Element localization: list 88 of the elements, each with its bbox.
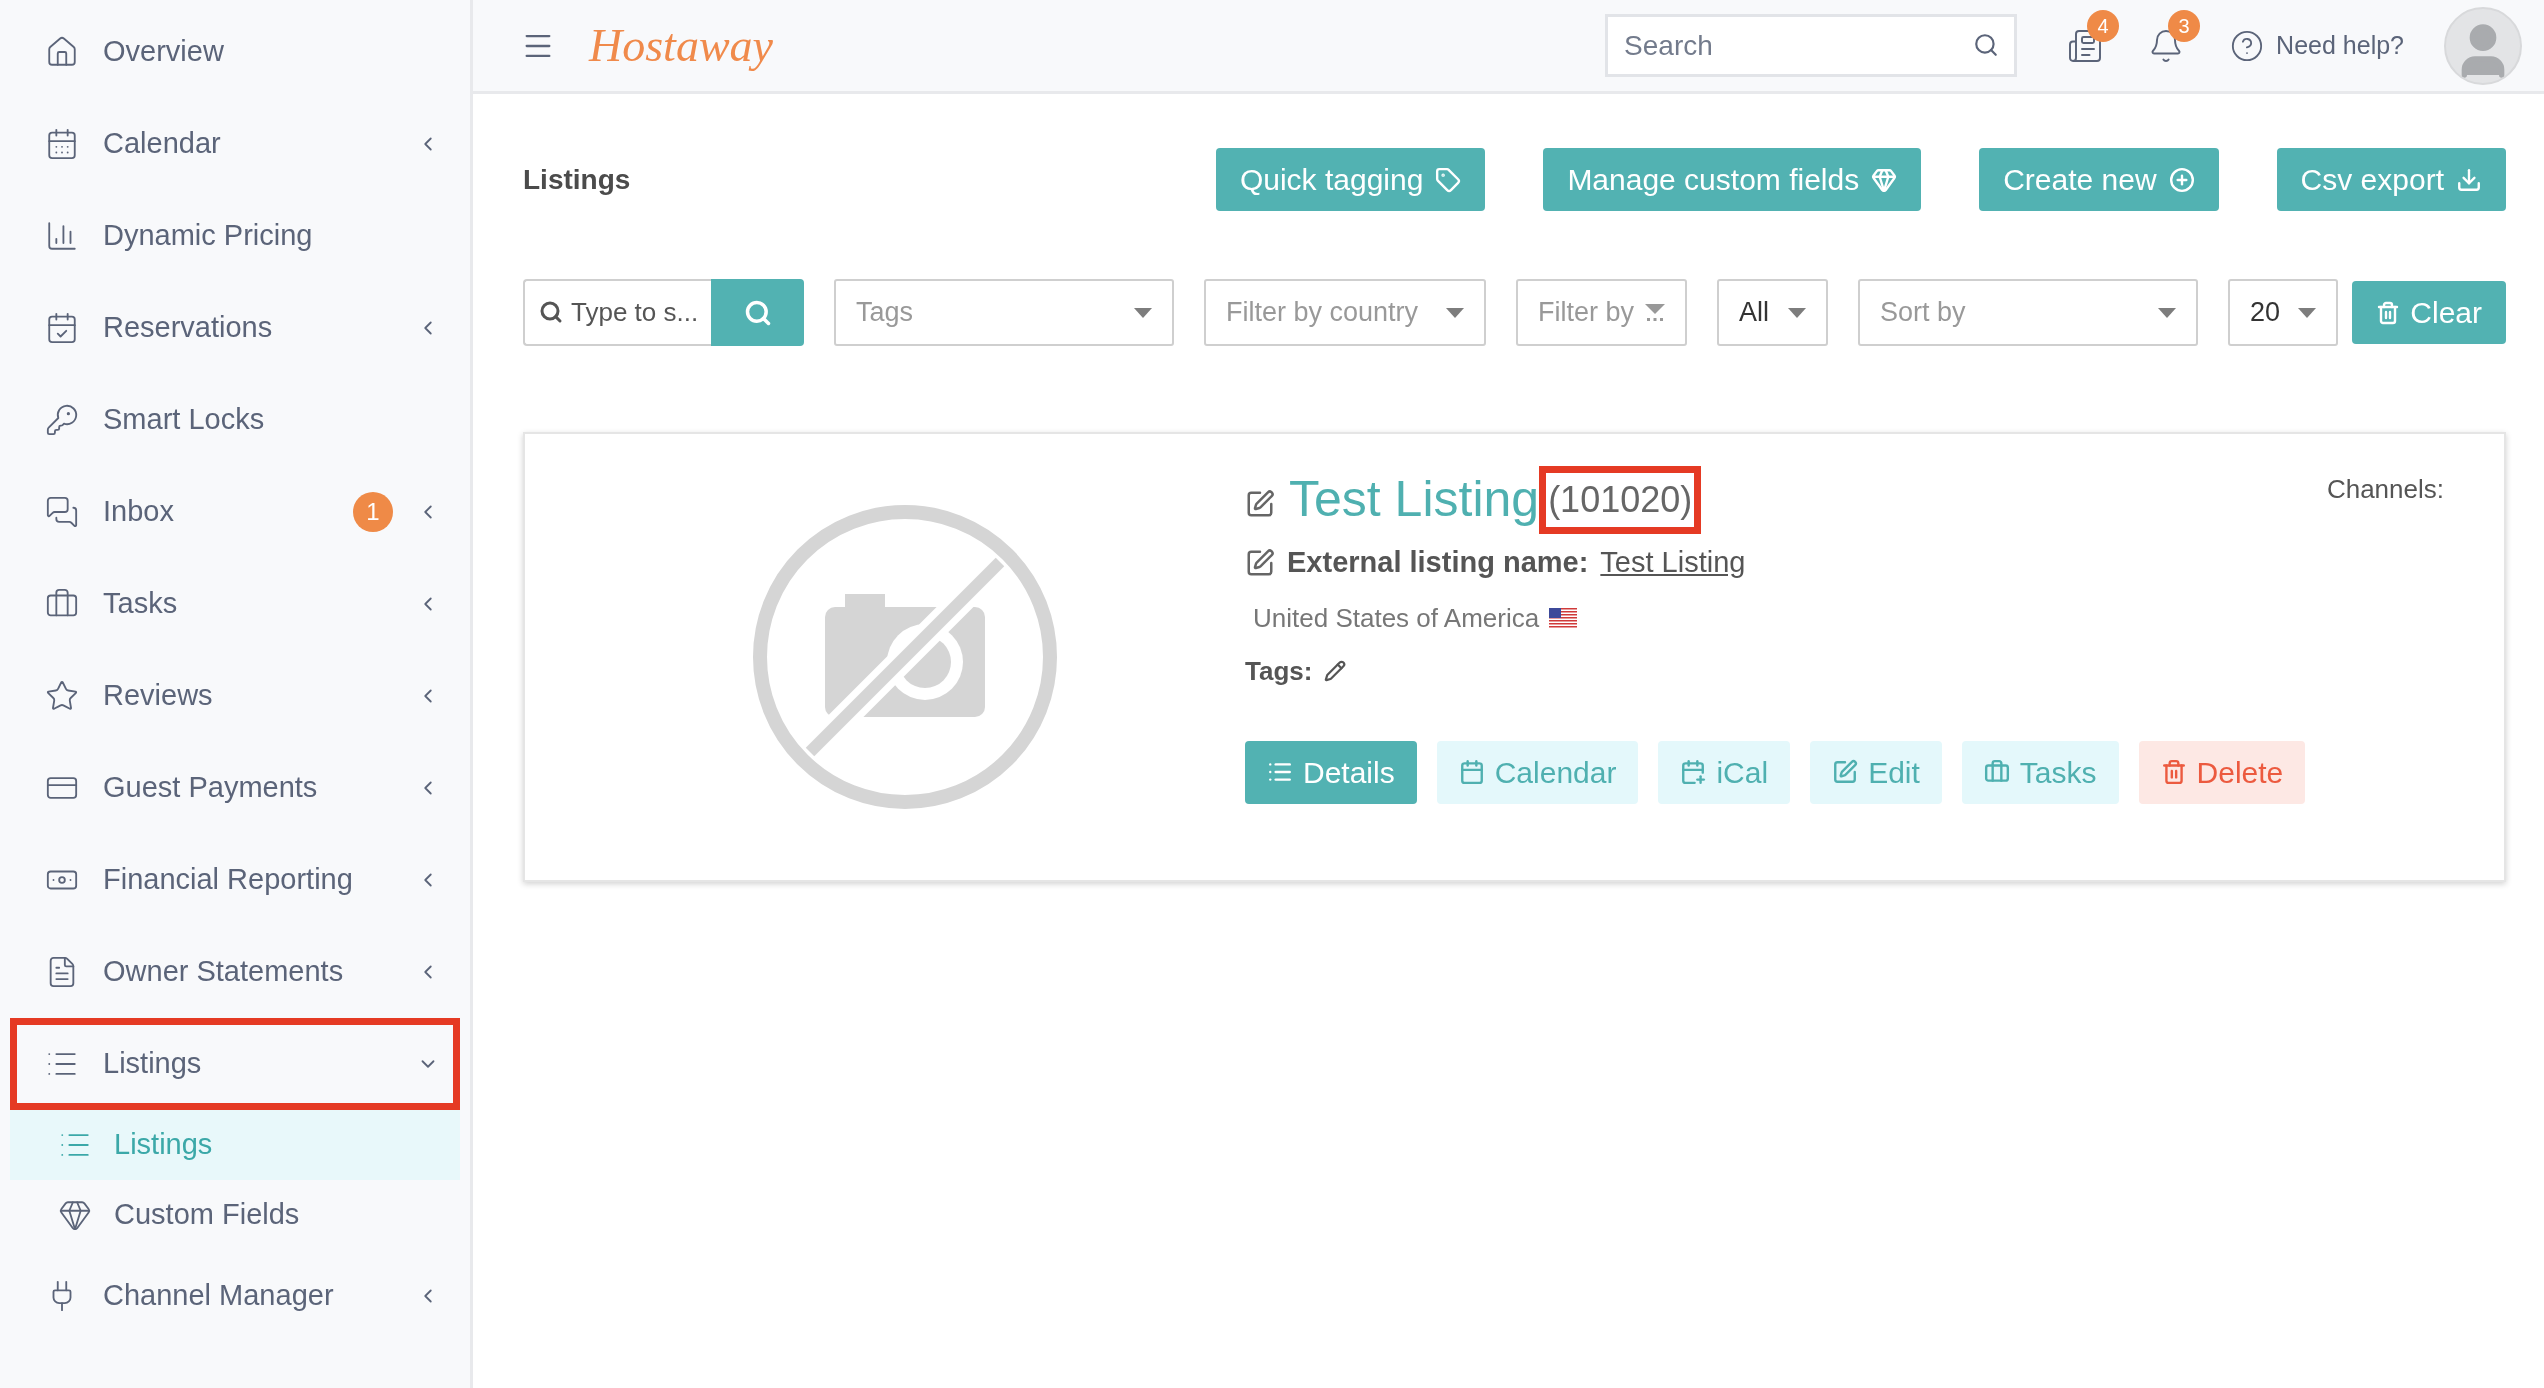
sidebar-item[interactable]: Smart Locks xyxy=(10,374,460,466)
sidebar-item[interactable]: Inbox 1 xyxy=(10,466,460,558)
filter-dropdown[interactable]: Tags xyxy=(834,279,1174,346)
sidebar-item[interactable]: Owner Statements xyxy=(10,926,460,1018)
chat-bubbles-icon xyxy=(45,495,79,529)
pencil-icon[interactable] xyxy=(1324,660,1347,682)
trash-icon xyxy=(2160,759,2187,785)
briefcase-icon xyxy=(1983,759,2010,785)
submenu-label: Listings xyxy=(114,1127,213,1163)
plus-circle-icon xyxy=(2168,166,2195,193)
no-photo-icon xyxy=(750,502,1060,812)
count-badge: 3 xyxy=(2168,9,2201,42)
country-text: United States of America xyxy=(1253,601,1540,635)
diamond-icon xyxy=(1871,166,1898,193)
edit-icon xyxy=(1832,759,1859,785)
edit-icon[interactable] xyxy=(1245,488,1275,519)
us-flag-icon xyxy=(1549,608,1578,628)
filter-dropdown[interactable]: 20 xyxy=(2228,279,2338,346)
trash-icon xyxy=(2376,300,2401,325)
search-field[interactable]: Type to s... xyxy=(523,279,711,346)
tag-icon xyxy=(1435,166,1462,193)
sidebar-label: Smart Locks xyxy=(103,402,266,438)
caret-icon xyxy=(1134,307,1152,318)
search-icon xyxy=(1973,32,2000,58)
calendar-icon xyxy=(1458,759,1485,785)
submenu-label: Custom Fields xyxy=(114,1197,300,1233)
search-icon xyxy=(539,300,563,324)
sidebar-label: Tasks xyxy=(103,586,179,622)
filter-dropdown[interactable]: Filter by xyxy=(1516,279,1687,346)
help-link[interactable]: Need help? xyxy=(2276,26,2404,65)
calendar-plus-icon xyxy=(1680,759,1707,785)
sidebar-item[interactable]: Financial Reporting xyxy=(10,834,460,926)
filter-dropdown[interactable]: Sort by xyxy=(1858,279,2198,346)
count-badge: 4 xyxy=(2087,9,2120,42)
caret-icon xyxy=(2298,307,2316,318)
listing-id: (101020) xyxy=(1539,465,1702,534)
filter-dropdown[interactable]: All xyxy=(1717,279,1828,346)
sidebar-label: Inbox xyxy=(103,494,175,530)
external-name-link[interactable]: Test Listing xyxy=(1600,541,1746,585)
sidebar-item[interactable]: Tasks xyxy=(10,558,460,650)
sidebar-label: Dynamic Pricing xyxy=(103,218,314,254)
sidebar-label: Channel Manager xyxy=(103,1278,335,1314)
channels-label: Channels: xyxy=(2326,473,2444,506)
sidebar-item[interactable]: Guest Payments xyxy=(10,742,460,834)
diamond-icon xyxy=(58,1198,92,1232)
sidebar-item[interactable]: Channel Manager xyxy=(10,1250,460,1342)
sidebar-label: Overview xyxy=(103,34,225,70)
search-field[interactable]: Search xyxy=(1605,14,2018,77)
sidebar-item[interactable]: Reservations xyxy=(10,282,460,374)
filter-icon xyxy=(1645,303,1665,322)
key-icon xyxy=(45,403,79,437)
sidebar-item[interactable]: Calendar xyxy=(10,98,460,190)
edit-icon[interactable] xyxy=(1245,547,1275,578)
bar-chart-icon xyxy=(45,219,79,253)
calendar-icon xyxy=(45,127,79,161)
caret-icon xyxy=(1788,307,1806,318)
submenu-item[interactable]: Custom Fields xyxy=(10,1180,460,1250)
filter-dropdown[interactable]: Filter by country xyxy=(1204,279,1486,346)
download-icon xyxy=(2456,166,2482,193)
calendar-check-icon xyxy=(45,311,79,345)
page-title: Listings xyxy=(523,162,632,197)
sidebar-label: Reservations xyxy=(103,310,274,346)
search-icon xyxy=(743,298,772,327)
dropdown-value: All xyxy=(1739,296,1769,330)
dropdown-placeholder: Filter by xyxy=(1538,296,1635,330)
sidebar-item[interactable]: Overview xyxy=(10,6,460,98)
sidebar-label: Financial Reporting xyxy=(103,862,354,898)
dropdown-placeholder: Sort by xyxy=(1880,296,1966,330)
sidebar-label: Reviews xyxy=(103,678,214,714)
sidebar-label: Listings xyxy=(103,1046,203,1082)
star-icon xyxy=(45,679,79,713)
sidebar-item[interactable]: Listings xyxy=(10,1018,460,1110)
dropdown-placeholder: Tags xyxy=(856,296,914,330)
caret-icon xyxy=(2158,307,2176,318)
sidebar-label: Calendar xyxy=(103,126,222,162)
listing-action-button[interactable]: Delete xyxy=(2138,740,2306,804)
sidebar-item[interactable]: Reviews xyxy=(10,650,460,742)
external-name-label: External listing name: xyxy=(1287,545,1589,580)
sidebar-label: Guest Payments xyxy=(103,770,319,806)
sidebar-label: Owner Statements xyxy=(103,954,345,990)
caret-icon xyxy=(1446,307,1464,318)
dropdown-value: 20 xyxy=(2250,296,2281,330)
house-icon xyxy=(45,35,79,69)
count-badge: 1 xyxy=(353,492,393,532)
tags-label: Tags: xyxy=(1245,654,1313,688)
dropdown-placeholder: Filter by country xyxy=(1226,296,1419,330)
sidebar-item[interactable]: Dynamic Pricing xyxy=(10,190,460,282)
help-icon xyxy=(2230,28,2265,63)
